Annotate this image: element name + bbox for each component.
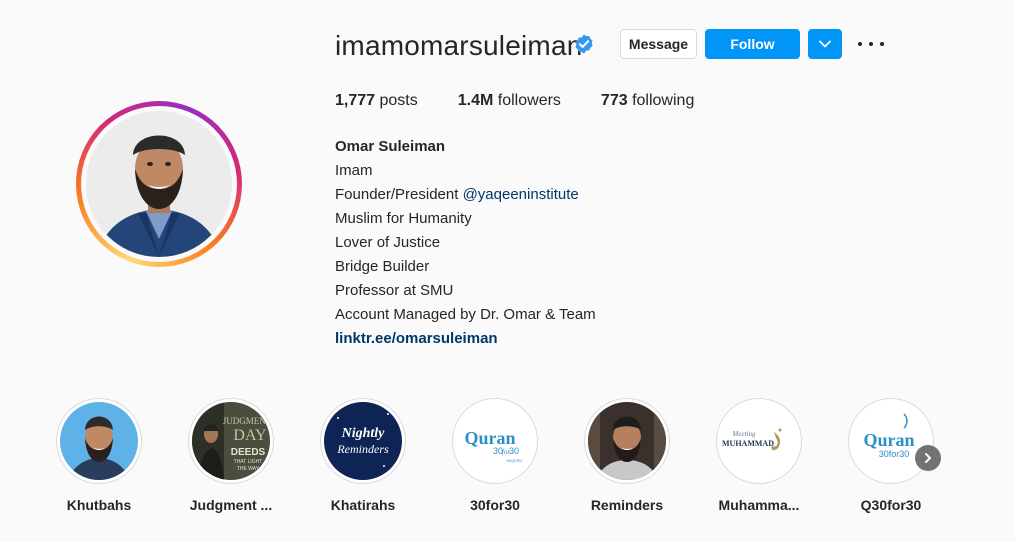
bio-line: Professor at SMU xyxy=(335,282,454,299)
highlight-thumbnail xyxy=(588,402,666,480)
story-highlight[interactable]: Reminders xyxy=(583,398,671,513)
highlight-cover[interactable]: Quran 30 for 30 YAQEEN xyxy=(452,398,538,484)
profile-avatar-ring[interactable] xyxy=(76,101,242,267)
chevron-down-icon xyxy=(819,40,831,48)
more-dot-icon xyxy=(869,42,873,46)
thumb-text: JUDGMENT xyxy=(223,416,270,426)
story-highlight[interactable]: Quran 30 for 30 YAQEEN 30for30 xyxy=(451,398,539,513)
more-dot-icon xyxy=(858,42,862,46)
bio-line: Lover of Justice xyxy=(335,234,441,251)
avatar-photo-illustration xyxy=(86,111,232,257)
thumb-text: Reminders xyxy=(336,442,389,456)
profile-username: imamomarsuleiman xyxy=(335,30,583,61)
profile-stats: 1,777 posts 1.4M followers 773 following xyxy=(335,91,734,111)
followers-label: followers xyxy=(497,92,561,109)
bio-text: Founder/President xyxy=(335,186,463,203)
bio-line: Imam xyxy=(335,162,373,179)
bio-full-name: Omar Suleiman xyxy=(335,138,446,155)
highlight-thumbnail: Nightly Reminders xyxy=(324,402,402,480)
thumb-text: YAQEEN xyxy=(506,458,522,463)
posts-count: 1,777 xyxy=(335,92,376,109)
highlight-thumbnail: Meeting MUHAMMAD xyxy=(720,402,798,480)
highlight-label: Judgment ... xyxy=(189,497,273,513)
quran-30for30-thumbnail: Quran 30 for 30 YAQEEN xyxy=(456,402,534,480)
portrait-thumbnail xyxy=(60,402,138,480)
story-highlight[interactable]: Meeting MUHAMMAD Muhamma... xyxy=(715,398,803,513)
highlight-thumbnail: Quran 30 for 30 YAQEEN xyxy=(456,402,534,480)
story-highlight[interactable]: JUDGMENT DAY DEEDS THAT LIGHT THE WAY Ju… xyxy=(187,398,275,513)
bio-line: Bridge Builder xyxy=(335,258,430,275)
highlight-cover[interactable]: Meeting MUHAMMAD xyxy=(716,398,802,484)
following-stat[interactable]: 773 following xyxy=(601,91,694,111)
thumb-text: 30for30 xyxy=(879,449,910,459)
thumb-text: Quran xyxy=(464,428,515,448)
story-highlight[interactable]: Nightly Reminders Khatirahs xyxy=(319,398,407,513)
highlight-label: Reminders xyxy=(590,497,664,513)
following-label: following xyxy=(632,92,695,109)
posts-stat: 1,777 posts xyxy=(335,91,418,111)
thumb-text: Quran xyxy=(863,430,914,450)
thumb-text: Meeting xyxy=(732,430,756,438)
bio-line: Muslim for Humanity xyxy=(335,210,472,227)
portrait-thumbnail xyxy=(588,402,666,480)
more-options-button[interactable] xyxy=(858,34,884,54)
highlight-cover[interactable]: Nightly Reminders xyxy=(320,398,406,484)
followers-stat[interactable]: 1.4M followers xyxy=(458,91,561,111)
thumb-text: THE WAY xyxy=(237,466,260,472)
profile-bio: Omar Suleiman Imam Founder/President @ya… xyxy=(335,135,596,351)
thumb-text: DAY xyxy=(233,427,267,444)
highlight-label: Khatirahs xyxy=(330,497,396,513)
meeting-muhammad-thumbnail: Meeting MUHAMMAD xyxy=(720,402,798,480)
bio-line-founder: Founder/President @yaqeeninstitute xyxy=(335,183,596,207)
bio-line: Account Managed by Dr. Omar & Team xyxy=(335,306,596,323)
highlight-label: Khutbahs xyxy=(66,497,132,513)
bio-mention-link[interactable]: @yaqeeninstitute xyxy=(463,186,579,203)
thumb-text: MUHAMMAD xyxy=(722,439,774,448)
posts-label: posts xyxy=(379,92,418,109)
highlight-cover[interactable] xyxy=(584,398,670,484)
nightly-reminders-thumbnail: Nightly Reminders xyxy=(324,402,402,480)
profile-avatar[interactable] xyxy=(86,111,232,257)
chevron-right-icon xyxy=(925,453,931,463)
message-button[interactable]: Message xyxy=(620,29,697,59)
bio-website-link[interactable]: linktr.ee/omarsuleiman xyxy=(335,327,596,351)
followers-count: 1.4M xyxy=(457,92,494,109)
highlight-thumbnail: JUDGMENT DAY DEEDS THAT LIGHT THE WAY xyxy=(192,402,270,480)
suggested-accounts-dropdown-button[interactable] xyxy=(808,29,842,59)
highlights-next-button[interactable] xyxy=(915,445,941,471)
highlight-thumbnail xyxy=(60,402,138,480)
highlight-label: Q30for30 xyxy=(860,497,922,513)
thumb-text: DEEDS xyxy=(231,447,266,458)
following-count: 773 xyxy=(600,92,628,109)
thumb-text: 30 xyxy=(509,446,519,456)
story-highlight[interactable]: Khutbahs xyxy=(55,398,143,513)
highlight-cover[interactable] xyxy=(56,398,142,484)
thumb-text: Nightly xyxy=(341,426,386,441)
highlight-cover[interactable]: Quran 30for30 xyxy=(848,398,934,484)
thumb-text: THAT LIGHT xyxy=(234,459,263,465)
highlight-cover[interactable]: JUDGMENT DAY DEEDS THAT LIGHT THE WAY xyxy=(188,398,274,484)
follow-button[interactable]: Follow xyxy=(705,29,800,59)
highlight-thumbnail: Quran 30for30 xyxy=(852,402,930,480)
judgment-day-thumbnail: JUDGMENT DAY DEEDS THAT LIGHT THE WAY xyxy=(192,402,270,480)
quran-30for30-thumbnail: Quran 30for30 xyxy=(852,402,930,480)
highlight-label: 30for30 xyxy=(470,497,520,513)
highlight-label: Muhamma... xyxy=(718,497,800,513)
more-dot-icon xyxy=(880,42,884,46)
verified-badge-icon xyxy=(575,34,593,54)
